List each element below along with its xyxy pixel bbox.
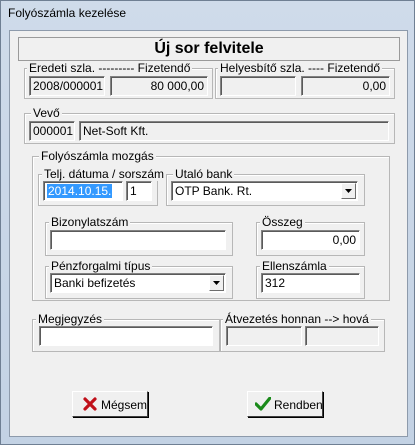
date-field[interactable]: 2014.10.15. [43,181,123,201]
ok-button-label: Rendben [274,398,323,412]
correcting-invoice-label: Helyesbítő szla. [220,61,305,75]
cancel-button-label: Mégsem [101,398,148,412]
title-bar[interactable]: Folyószámla kezelése [1,1,414,27]
dialog-window: Folyószámla kezelése Új sor felvitele Er… [0,0,415,445]
cancel-button[interactable]: Mégsem [72,391,148,417]
counter-account-input[interactable]: 312 [261,273,360,293]
transfer-from-field[interactable] [226,326,302,346]
bank-dropdown-button[interactable] [341,183,356,199]
account-movement-group: Folyószámla mozgás Telj. dátuma / sorszá… [32,149,390,301]
original-amount-label: Fizetendő [137,61,191,75]
amount-group: Összeg 0,00 [256,215,365,256]
payment-type-value: Banki befizetés [54,276,136,290]
payment-type-label: Pénzforgalmi típus [49,259,153,273]
bank-value: OTP Bank. Rt. [175,184,253,198]
movement-label: Folyószámla mozgás [39,149,156,163]
ok-button[interactable]: Rendben [247,391,323,417]
transfer-to-field[interactable] [305,326,379,346]
original-invoice-label: Eredeti szla. [29,61,96,75]
date-value: 2014.10.15. [47,184,113,198]
date-label: Telj. dátuma / sorszám [42,167,167,181]
original-invoice-number[interactable]: 2008/000001 [29,76,105,96]
bank-group: Utaló bank OTP Bank. Rt. [166,167,365,206]
bank-select[interactable]: OTP Bank. Rt. [171,181,358,201]
transfer-group: Átvezetés honnan --> hová [220,312,385,352]
note-group: Megjegyzés [32,312,220,352]
amount-label: Összeg [260,215,305,229]
note-input[interactable] [39,326,213,346]
correcting-amount-label: Fizetendő [327,61,381,75]
close-icon [83,397,97,411]
correcting-invoice-group: Helyesbítő szla. ---- Fizetendő 0,00 [215,61,395,99]
original-invoice-group: Eredeti szla. --------- Fizetendő 2008/0… [24,61,213,99]
amount-input[interactable]: 0,00 [261,230,360,250]
customer-name-field[interactable]: Net-Soft Kft. [79,121,389,141]
chevron-down-icon [213,281,220,285]
sequence-field[interactable]: 1 [126,181,152,201]
note-label: Megjegyzés [36,312,105,326]
date-group: Telj. dátuma / sorszám 2014.10.15. 1 [38,167,167,206]
customer-label: Vevő [31,106,62,120]
document-number-input[interactable] [50,230,226,250]
counter-account-group: Ellenszámla 312 [256,259,365,299]
dialog-body: Új sor felvitele Eredeti szla. ---------… [9,30,408,437]
payment-type-group: Pénzforgalmi típus Banki befizetés [45,259,233,299]
page-title: Új sor felvitele [18,37,400,61]
chevron-down-icon [345,189,352,193]
correcting-amount-field[interactable]: 0,00 [301,76,390,96]
customer-code-field[interactable]: 000001 [29,121,75,141]
customer-group: Vevő 000001 Net-Soft Kft. [24,106,395,144]
payment-type-select[interactable]: Banki befizetés [50,273,226,293]
checkmark-icon [255,397,271,411]
counter-account-label: Ellenszámla [260,259,329,273]
correcting-invoice-number[interactable] [220,76,296,96]
transfer-label: Átvezetés honnan --> hová [223,312,371,326]
payment-type-dropdown-button[interactable] [209,275,224,291]
document-number-group: Bizonylatszám [45,215,233,256]
window-title: Folyószámla kezelése [8,6,127,20]
original-amount-field[interactable]: 80 000,00 [110,76,208,96]
bank-label: Utaló bank [173,167,235,181]
document-number-label: Bizonylatszám [49,215,131,229]
